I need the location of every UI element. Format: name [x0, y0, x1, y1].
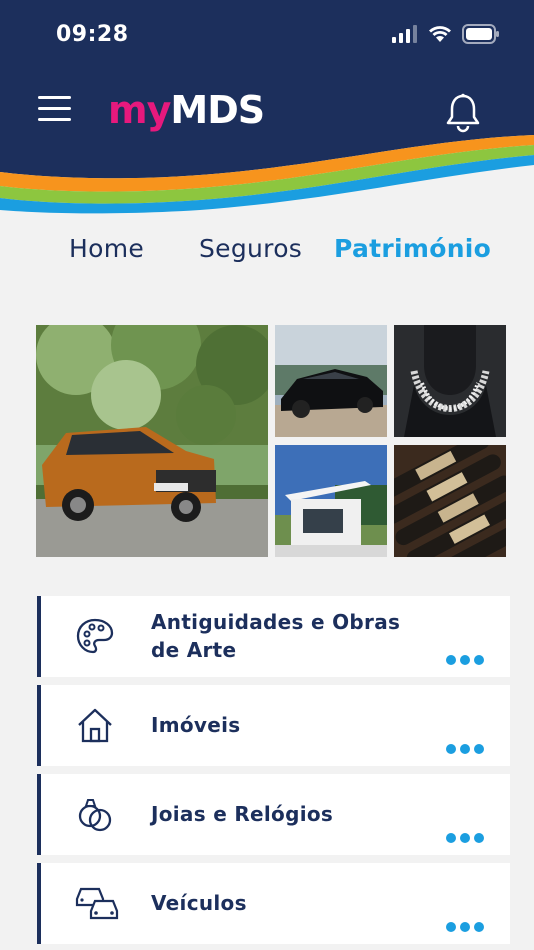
black-sports-car-photo: [275, 325, 387, 437]
rings-icon: [78, 799, 112, 832]
hamburger-menu-icon[interactable]: [38, 96, 72, 126]
house-icon: [78, 708, 112, 743]
battery-icon: [462, 24, 499, 44]
tab-seguros[interactable]: Seguros: [199, 234, 302, 263]
logo-my: my: [108, 88, 171, 132]
notification-bell-icon[interactable]: [444, 93, 482, 133]
cars-icon: [75, 887, 119, 920]
more-options-icon[interactable]: [446, 744, 484, 754]
category-label-line2: de Arte: [151, 638, 237, 662]
modern-house-photo: [275, 445, 387, 557]
category-label: Imóveis: [151, 713, 241, 737]
logo-mds: MDS: [170, 88, 265, 132]
more-options-icon[interactable]: [446, 655, 484, 665]
category-label: Joias e Relógios: [151, 802, 334, 826]
status-bar: 09:28: [0, 0, 534, 70]
diamond-necklace-photo: [394, 325, 506, 437]
category-label-line1: Antiguidades e Obras: [151, 610, 401, 634]
category-veiculos[interactable]: Veículos: [37, 863, 510, 944]
tab-home[interactable]: Home: [69, 234, 144, 263]
app-logo: myMDS: [108, 88, 265, 132]
category-label: Veículos: [151, 891, 247, 915]
palette-icon: [76, 618, 114, 654]
category-imoveis[interactable]: Imóveis: [37, 685, 510, 766]
tab-patrimonio[interactable]: Património: [334, 234, 491, 263]
app-header: 09:28 myMDS: [0, 0, 534, 215]
signal-icon: [392, 25, 417, 43]
orange-suv-photo: [36, 325, 268, 557]
category-joias[interactable]: Joias e Relógios: [37, 774, 510, 855]
wine-bottles-photo: [394, 445, 506, 557]
category-label: Antiguidades e Obras de Arte: [151, 608, 400, 664]
status-icons: [392, 24, 500, 44]
main-tabs: Home Seguros Património: [0, 234, 534, 274]
wifi-icon: [429, 26, 451, 42]
more-options-icon[interactable]: [446, 922, 484, 932]
more-options-icon[interactable]: [446, 833, 484, 843]
status-time: 09:28: [56, 22, 129, 47]
category-antiguidades[interactable]: Antiguidades e Obras de Arte: [37, 596, 510, 677]
